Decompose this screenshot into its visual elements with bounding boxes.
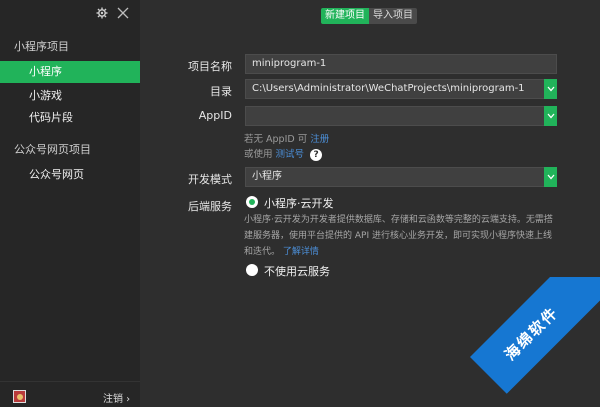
cloud-description: 小程序·云开发为开发者提供数据库、存储和云函数等完整的云端支持。无需搭建服务器，… (244, 212, 560, 260)
dev-mode-value: 小程序 (252, 171, 282, 182)
project-tabs: 新建项目 导入项目 (321, 8, 417, 24)
hint-no-appid-text: 若无 AppID 可 (244, 134, 308, 145)
radio-no-cloud[interactable] (246, 264, 258, 276)
sidebar-item-minigame[interactable]: 小游戏 (0, 85, 140, 107)
watermark-text: 海绵软件 (470, 277, 600, 394)
register-link[interactable]: 注册 (310, 134, 329, 145)
section-title-miniprogram: 小程序项目 (14, 40, 69, 53)
sidebar-item-miniprogram[interactable]: 小程序 (0, 61, 140, 83)
backend-label: 后端服务 (188, 200, 232, 213)
help-icon[interactable]: ? (310, 148, 323, 161)
chevron-down-icon[interactable] (544, 79, 557, 99)
test-account-link[interactable]: 测试号 (276, 149, 305, 160)
learn-more-link[interactable]: 了解详情 (283, 247, 319, 257)
watermark-banner: 海绵软件 (430, 277, 600, 407)
directory-label: 目录 (210, 85, 232, 98)
section-title-official-web: 公众号网页项目 (14, 143, 91, 156)
appid-hint-test: 或使用 测试号 ? (244, 146, 323, 161)
sidebar-item-code-snippet[interactable]: 代码片段 (0, 107, 140, 129)
avatar[interactable] (13, 390, 26, 403)
radio-cloud[interactable] (246, 196, 258, 208)
gear-icon[interactable] (96, 7, 108, 19)
radio-cloud-label: 小程序·云开发 (264, 197, 334, 210)
logout-link[interactable]: 注销 › (103, 390, 130, 405)
appid-select[interactable] (245, 106, 557, 126)
chevron-down-icon[interactable] (544, 106, 557, 126)
directory-select[interactable]: C:\Users\Administrator\WeChatProjects\mi… (245, 79, 557, 99)
window-controls (96, 6, 130, 20)
sidebar: 小程序项目 小程序 小游戏 代码片段 公众号网页项目 公众号网页 注销 › (0, 0, 140, 407)
appid-label: AppID (198, 109, 232, 122)
tab-import-project[interactable]: 导入项目 (369, 8, 417, 24)
project-name-label: 项目名称 (188, 60, 232, 73)
project-name-input[interactable]: miniprogram-1 (245, 54, 557, 74)
appid-hint-register: 若无 AppID 可 注册 (244, 131, 329, 145)
close-icon[interactable] (116, 6, 130, 20)
sidebar-item-official-web[interactable]: 公众号网页 (0, 164, 140, 186)
sidebar-footer: 注销 › (0, 381, 140, 407)
hint-or-use-text: 或使用 (244, 149, 273, 160)
dev-mode-select[interactable]: 小程序 (245, 167, 557, 187)
radio-no-cloud-label: 不使用云服务 (264, 265, 330, 278)
dev-mode-label: 开发模式 (188, 173, 232, 186)
tab-new-project[interactable]: 新建项目 (321, 8, 369, 24)
chevron-down-icon[interactable] (544, 167, 557, 187)
directory-value: C:\Users\Administrator\WeChatProjects\mi… (252, 83, 525, 94)
